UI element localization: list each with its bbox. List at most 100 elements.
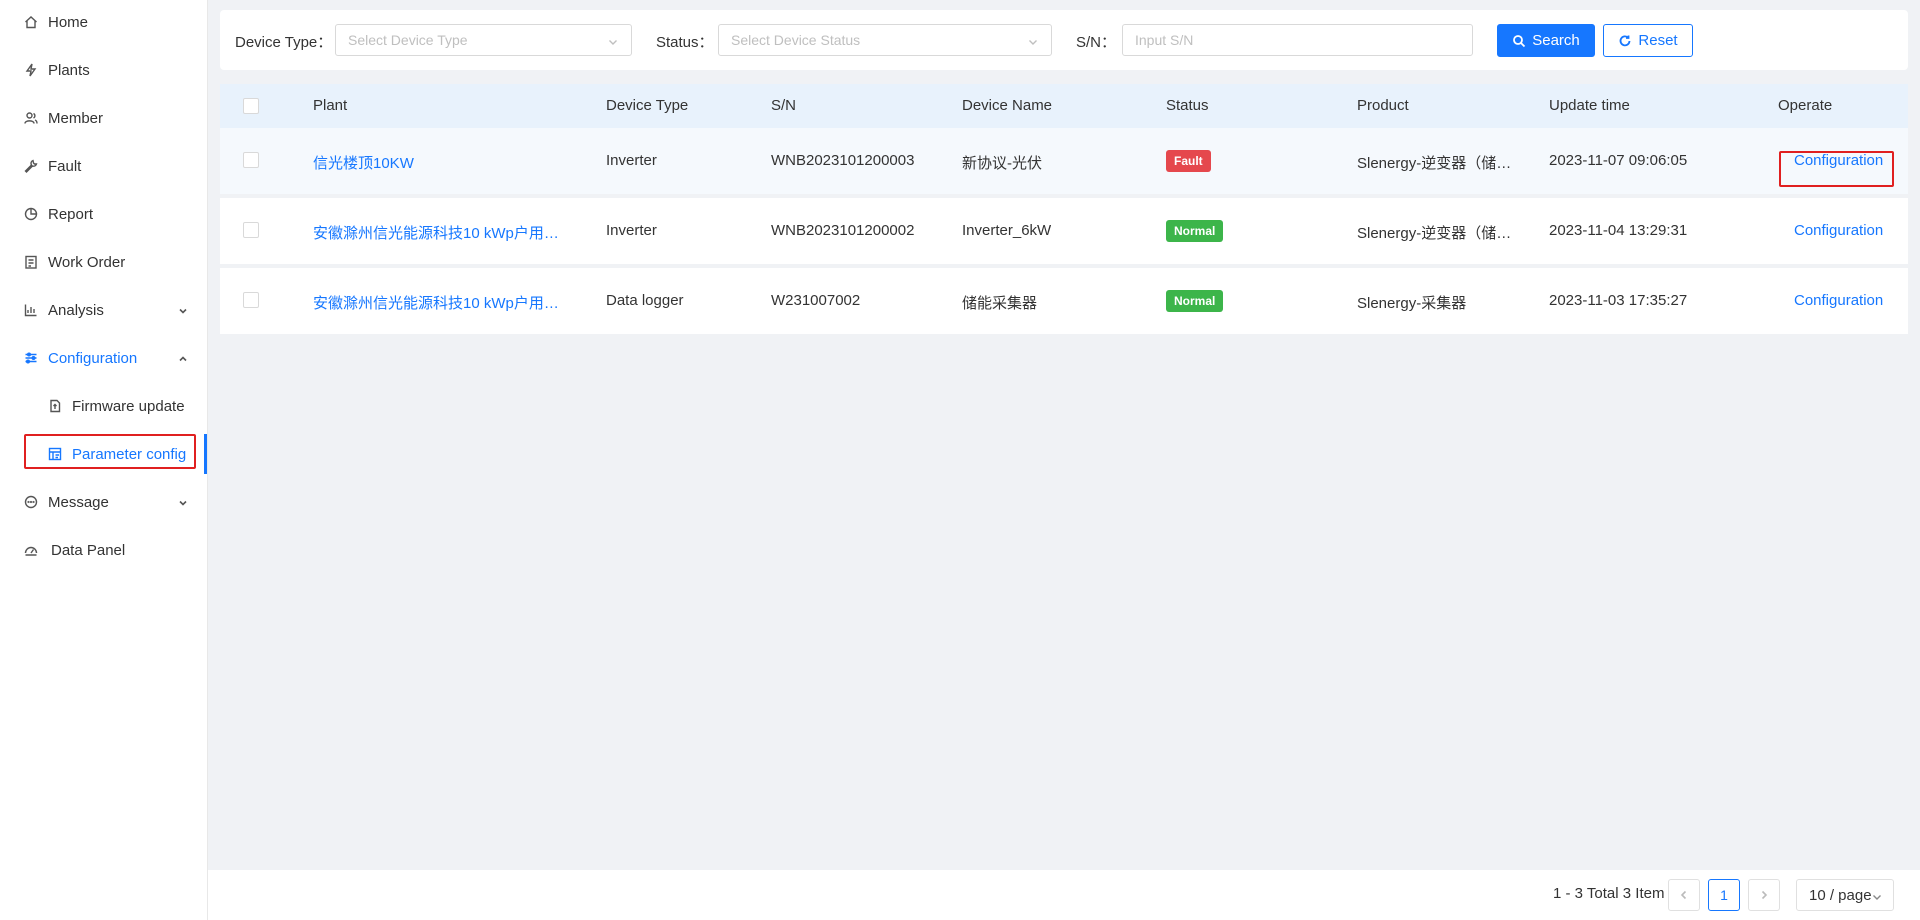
sidebar-item-parameter-config[interactable]: Parameter config <box>0 434 207 474</box>
sidebar-item-label: Analysis <box>48 301 104 319</box>
device-type-cell: Inverter <box>606 222 657 239</box>
column-header-update-time: Update time <box>1549 97 1630 114</box>
search-icon <box>1512 34 1526 48</box>
table-header: Plant Device Type S/N Device Name Status… <box>220 84 1908 128</box>
sidebar-item-label: Home <box>48 13 89 31</box>
sidebar-item-message[interactable]: Message <box>0 482 207 522</box>
sidebar-item-home[interactable]: Home <box>0 2 207 42</box>
file-icon <box>48 399 62 413</box>
sidebar-item-label: Report <box>48 205 94 223</box>
pie-chart-icon <box>24 207 38 221</box>
table-row: 安徽滁州信光能源科技10 kWp户用储能… Inverter WNB202310… <box>220 198 1908 264</box>
status-select[interactable]: Select Device Status <box>718 24 1052 56</box>
filter-bar: Device Type： Select Device Type Status： … <box>220 10 1908 70</box>
sidebar-item-label: Plants <box>48 61 90 79</box>
status-badge: Normal <box>1166 290 1224 312</box>
device-name-cell: Inverter_6kW <box>962 222 1052 239</box>
sliders-icon <box>24 351 38 365</box>
status-badge: Fault <box>1166 150 1211 172</box>
sidebar-item-firmware-update[interactable]: Firmware update <box>0 386 207 426</box>
sidebar-item-label: Configuration <box>48 349 138 367</box>
sidebar-item-label: Data Panel <box>51 541 126 559</box>
sn-cell: W231007002 <box>771 292 861 309</box>
device-type-label: Device Type： <box>235 34 333 51</box>
sidebar-item-label: Fault <box>48 157 82 175</box>
status-label: Status： <box>656 34 714 51</box>
users-icon <box>24 111 38 125</box>
device-table: Plant Device Type S/N Device Name Status… <box>220 84 1908 348</box>
update-time-cell: 2023-11-07 09:06:05 <box>1549 152 1688 169</box>
product-cell: Slenergy-采集器 <box>1357 295 1467 312</box>
row-checkbox[interactable] <box>243 292 259 308</box>
chevron-down-icon <box>177 304 189 316</box>
pagination-bar: 1 - 3 Total 3 Item 1 10 / page <box>208 870 1920 920</box>
sidebar-item-work-order[interactable]: Work Order <box>0 242 207 282</box>
product-cell: Slenergy-逆变器（储… <box>1357 155 1512 172</box>
device-type-select[interactable]: Select Device Type <box>335 24 632 56</box>
sidebar-item-label: Work Order <box>48 253 126 271</box>
chevron-left-icon <box>1679 890 1689 900</box>
sidebar-item-label: Member <box>48 109 104 127</box>
column-header-status: Status <box>1166 97 1209 114</box>
sidebar-item-member[interactable]: Member <box>0 98 207 138</box>
configuration-link[interactable]: Configuration <box>1794 222 1883 239</box>
page-size-value: 10 / page <box>1809 886 1872 904</box>
row-checkbox[interactable] <box>243 152 259 168</box>
plant-link[interactable]: 安徽滁州信光能源科技10 kWp户用储能… <box>313 222 573 243</box>
table-row: 信光楼顶10KW Inverter WNB2023101200003 新协议-光… <box>220 128 1908 194</box>
bolt-icon <box>24 63 38 77</box>
update-time-cell: 2023-11-03 17:35:27 <box>1549 292 1688 309</box>
sidebar-item-label: Message <box>48 493 109 511</box>
next-page-button[interactable] <box>1748 879 1780 911</box>
sidebar-item-configuration[interactable]: Configuration <box>0 338 207 378</box>
select-all-checkbox[interactable] <box>243 98 259 114</box>
chevron-up-icon <box>177 352 189 364</box>
clipboard-icon <box>24 255 38 269</box>
chevron-down-icon <box>607 35 619 47</box>
layout-icon <box>48 447 62 461</box>
sidebar-item-plants[interactable]: Plants <box>0 50 207 90</box>
sidebar-item-report[interactable]: Report <box>0 194 207 234</box>
status-badge: Normal <box>1166 220 1224 242</box>
search-button[interactable]: Search <box>1497 24 1595 57</box>
sn-input[interactable]: Input S/N <box>1122 24 1473 56</box>
page-size-select[interactable]: 10 / page <box>1796 879 1894 911</box>
chevron-down-icon <box>1027 35 1039 47</box>
sn-label: S/N： <box>1076 34 1117 51</box>
configuration-link[interactable]: Configuration <box>1794 292 1883 309</box>
dashboard-icon <box>24 543 38 557</box>
sidebar-item-fault[interactable]: Fault <box>0 146 207 186</box>
sn-cell: WNB2023101200002 <box>771 222 915 239</box>
column-header-plant: Plant <box>313 97 348 114</box>
wrench-icon <box>24 159 38 173</box>
sidebar-item-data-panel[interactable]: Data Panel <box>0 530 207 570</box>
sn-cell: WNB2023101200003 <box>771 152 915 169</box>
reset-button[interactable]: Reset <box>1603 24 1693 57</box>
prev-page-button[interactable] <box>1668 879 1700 911</box>
reset-button-label: Reset <box>1638 32 1678 49</box>
home-icon <box>24 15 38 29</box>
sn-placeholder: Input S/N <box>1135 32 1194 48</box>
update-time-cell: 2023-11-04 13:29:31 <box>1549 222 1688 239</box>
plant-link[interactable]: 安徽滁州信光能源科技10 kWp户用储能… <box>313 292 573 313</box>
column-header-sn: S/N <box>771 97 797 114</box>
plant-link[interactable]: 信光楼顶10KW <box>313 152 573 173</box>
chevron-down-icon <box>1871 890 1883 902</box>
configuration-link[interactable]: Configuration <box>1794 152 1883 169</box>
sidebar-item-analysis[interactable]: Analysis <box>0 290 207 330</box>
column-header-operate: Operate <box>1778 97 1833 114</box>
bar-chart-icon <box>24 303 38 317</box>
page-button-current[interactable]: 1 <box>1708 879 1740 911</box>
selected-indicator <box>204 434 207 474</box>
sidebar: Home Plants Member Fault Report Work Ord… <box>0 0 208 920</box>
status-placeholder: Select Device Status <box>731 32 861 48</box>
row-checkbox[interactable] <box>243 222 259 238</box>
column-header-product: Product <box>1357 97 1409 114</box>
device-name-cell: 新协议-光伏 <box>962 155 1042 172</box>
device-type-cell: Data logger <box>606 292 684 309</box>
device-type-cell: Inverter <box>606 152 657 169</box>
sidebar-item-label: Firmware update <box>72 397 185 415</box>
sidebar-item-label: Parameter config <box>72 445 187 463</box>
table-row: 安徽滁州信光能源科技10 kWp户用储能… Data logger W23100… <box>220 268 1908 334</box>
column-header-device-type: Device Type <box>606 97 689 114</box>
